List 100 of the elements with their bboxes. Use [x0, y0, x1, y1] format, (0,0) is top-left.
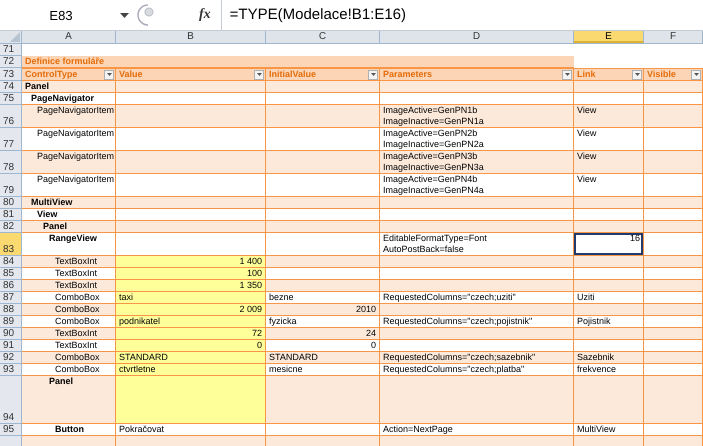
table-cell: TextBoxInt — [22, 280, 116, 292]
dropdown-arrow-icon — [634, 73, 640, 76]
table-cell[interactable]: 0 — [116, 340, 266, 352]
table-cell — [574, 436, 644, 446]
filter-button[interactable] — [632, 70, 642, 80]
table-cell: ImageActive=GenPN1b ImageInactive=GenPN1a — [380, 105, 574, 128]
row-header[interactable]: 93 — [0, 364, 22, 376]
row-header[interactable] — [0, 436, 22, 446]
row-header[interactable]: 80 — [0, 197, 22, 209]
row-header[interactable]: 90 — [0, 328, 22, 340]
row-header[interactable]: 85 — [0, 268, 22, 280]
table-cell[interactable]: 1 400 — [116, 256, 266, 268]
table-cell — [574, 256, 644, 268]
insert-function-button[interactable]: fx — [199, 7, 211, 23]
table-cell[interactable]: 1 350 — [116, 280, 266, 292]
table-cell — [644, 221, 703, 233]
table-cell[interactable]: 72 — [116, 328, 266, 340]
table-cell — [644, 328, 703, 340]
column-heading: Visible — [646, 69, 676, 80]
row-header[interactable]: 75 — [0, 93, 22, 105]
column-header[interactable]: A — [22, 31, 116, 43]
row-header[interactable]: 86 — [0, 280, 22, 292]
table-cell[interactable] — [116, 151, 266, 174]
row-header[interactable]: 91 — [0, 340, 22, 352]
row-header[interactable]: 92 — [0, 352, 22, 364]
table-cell: PageNavigatorItem — [22, 105, 116, 128]
table-cell — [644, 304, 703, 316]
table-cell — [644, 352, 703, 364]
table-cell — [644, 197, 703, 209]
row-header[interactable]: 78 — [0, 151, 22, 174]
table-cell — [644, 151, 703, 174]
filter-button[interactable] — [562, 70, 572, 80]
table-cell[interactable]: 16 — [574, 233, 644, 256]
column-heading: Link — [576, 69, 596, 80]
table-cell[interactable] — [116, 197, 266, 209]
table-title: Definice formuláře — [22, 56, 574, 68]
table-cell — [644, 436, 703, 446]
table-cell: TextBoxInt — [22, 328, 116, 340]
column-heading: InitialValue — [268, 69, 316, 80]
row-header[interactable]: 95 — [0, 424, 22, 436]
row-header[interactable]: 82 — [0, 221, 22, 233]
table-cell — [574, 221, 644, 233]
filter-button[interactable] — [104, 70, 114, 80]
table-cell — [644, 105, 703, 128]
row-header[interactable]: 79 — [0, 174, 22, 197]
row-header[interactable]: 89 — [0, 316, 22, 328]
table-cell[interactable]: 100 — [116, 268, 266, 280]
table-cell: STANDARD — [266, 352, 380, 364]
filter-button[interactable] — [691, 70, 701, 80]
table-cell: TextBoxInt — [22, 256, 116, 268]
row-header[interactable]: 74 — [0, 81, 22, 93]
table-cell — [574, 376, 644, 424]
table-cell — [574, 280, 644, 292]
row-header[interactable]: 73 — [0, 68, 22, 81]
filter-button[interactable] — [368, 70, 378, 80]
dropdown-arrow-icon — [106, 73, 112, 76]
table-cell: ComboBox — [22, 304, 116, 316]
filter-button[interactable] — [254, 70, 264, 80]
column-header[interactable]: C — [266, 31, 380, 43]
table-cell[interactable]: podnikatel — [116, 316, 266, 328]
column-header[interactable]: E — [574, 31, 644, 43]
table-cell: 24 — [266, 328, 380, 340]
row-header[interactable]: 83 — [0, 233, 22, 256]
table-cell — [644, 280, 703, 292]
name-box[interactable]: E83 — [0, 8, 116, 22]
column-header[interactable]: F — [644, 31, 703, 43]
table-cell: MultiView — [22, 197, 116, 209]
table-cell — [644, 256, 703, 268]
row-header[interactable]: 81 — [0, 209, 22, 221]
table-cell — [574, 197, 644, 209]
row-header[interactable]: 71 — [0, 44, 22, 56]
table-cell[interactable] — [116, 105, 266, 128]
table-cell — [574, 304, 644, 316]
table-cell: RequestedColumns="czech;sazebnik" — [380, 352, 574, 364]
table-cell[interactable] — [116, 81, 266, 93]
row-header[interactable]: 94 — [0, 376, 22, 424]
column-heading: Value — [118, 69, 143, 80]
row-header[interactable]: 87 — [0, 292, 22, 304]
formula-field[interactable]: =TYPE(Modelace!B1:E16) — [220, 0, 703, 30]
table-cell[interactable]: taxi — [116, 292, 266, 304]
table-cell: Sazebnik — [574, 352, 644, 364]
dropdown-arrow-icon — [694, 73, 698, 76]
row-header[interactable]: 84 — [0, 256, 22, 268]
dropdown-arrow-icon — [256, 73, 262, 76]
table-cell[interactable]: 2 009 — [116, 304, 266, 316]
dropdown-arrow-icon — [370, 73, 376, 76]
table-cell: ComboBox — [22, 352, 116, 364]
row-header[interactable]: 76 — [0, 105, 22, 128]
caret-icon[interactable] — [120, 12, 129, 18]
row-header[interactable]: 88 — [0, 304, 22, 316]
table-cell: View — [574, 151, 644, 174]
table-cell[interactable] — [116, 376, 266, 424]
table-cell[interactable]: STANDARD — [116, 352, 266, 364]
table-cell: 2010 — [266, 304, 380, 316]
column-header[interactable]: B — [116, 31, 266, 43]
column-heading: ControlType — [24, 69, 78, 80]
row-header[interactable]: 77 — [0, 128, 22, 151]
row-header[interactable]: 72 — [0, 56, 22, 68]
table-cell[interactable] — [116, 221, 266, 233]
table-cell[interactable]: ctvrtletne — [116, 364, 266, 376]
